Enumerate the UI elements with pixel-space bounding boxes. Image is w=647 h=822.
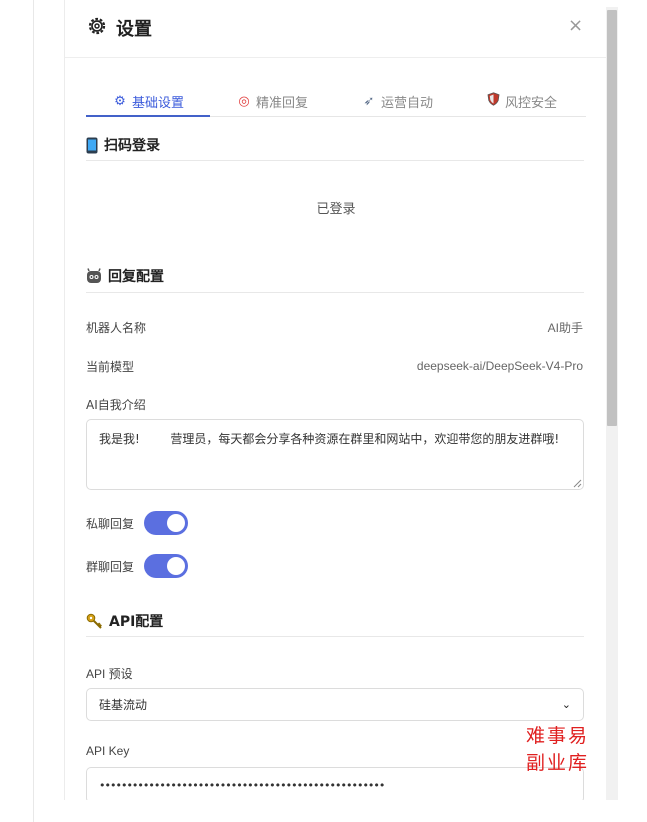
section-title-text: API配置: [109, 614, 164, 630]
api-preset-select[interactable]: 硅基流动 ⌄: [86, 688, 584, 721]
shield-icon: [485, 92, 501, 110]
resize-handle-icon[interactable]: [572, 478, 582, 488]
section-divider: [86, 636, 584, 637]
bot-name-label: 机器人名称: [86, 321, 147, 335]
tab-label: 精准回复: [256, 95, 309, 111]
settings-panel: 设置 × ⚙ 基础设置 ◎ 精准回复 ➶ 运营自动 风控安全 扫码登录 已登录 …: [64, 0, 606, 800]
tab-label: 风控安全: [505, 95, 558, 111]
tab-bar: ⚙ 基础设置 ◎ 精准回复 ➶ 运营自动 风控安全: [86, 85, 586, 117]
chevron-down-icon: ⌄: [561, 698, 571, 711]
active-tab-indicator: [86, 115, 210, 117]
toggle-knob: [167, 557, 185, 575]
section-api-title: API配置: [86, 611, 163, 631]
section-divider: [86, 292, 584, 293]
model-value: deepseek-ai/DeepSeek-V4-Pro: [416, 359, 583, 373]
gear-icon: ⚙: [114, 93, 126, 109]
phone-icon: [86, 137, 98, 153]
tab-basic-settings[interactable]: ⚙ 基础设置: [112, 85, 184, 117]
api-key-input[interactable]: ••••••••••••••••••••••••••••••••••••••••…: [86, 767, 584, 800]
api-preset-value: 硅基流动: [99, 698, 148, 712]
section-title-text: 回复配置: [108, 269, 164, 285]
section-reply-title: 回复配置: [86, 266, 164, 286]
tab-precise-reply[interactable]: ◎ 精准回复: [236, 85, 308, 117]
bot-name-value: AI助手: [547, 321, 583, 335]
page-title: 设置: [116, 19, 152, 40]
group-reply-toggle[interactable]: [144, 554, 188, 578]
intro-label: AI自我介绍: [86, 398, 146, 412]
close-button[interactable]: ×: [568, 16, 583, 36]
scrollbar[interactable]: [606, 7, 618, 800]
group-reply-label: 群聊回复: [86, 560, 135, 574]
watermark-text: 难事易副业库: [526, 725, 590, 774]
panel-header: 设置 ×: [65, 0, 606, 58]
model-label: 当前模型: [86, 360, 135, 374]
private-reply-label: 私聊回复: [86, 517, 135, 531]
section-login-title: 扫码登录: [86, 135, 160, 155]
api-preset-label: API 预设: [86, 667, 133, 681]
private-reply-toggle[interactable]: [144, 511, 188, 535]
intro-textarea[interactable]: 我是我! 营理员，每天都会分享各种资源在群里和网站中，欢迎带您的朋友进群哦!: [86, 419, 584, 490]
tab-label: 运营自动: [381, 95, 434, 111]
toggle-knob: [167, 514, 185, 532]
key-icon: [86, 613, 102, 629]
rocket-icon: ➶: [363, 93, 375, 109]
gear-icon: [88, 17, 106, 35]
tab-risk-security[interactable]: 风控安全: [485, 85, 557, 117]
robot-icon: [87, 268, 101, 283]
section-divider: [86, 160, 584, 161]
tab-label: 基础设置: [132, 95, 185, 111]
api-key-label: API Key: [86, 744, 130, 758]
scrollbar-thumb[interactable]: [607, 10, 617, 426]
tab-auto-operation[interactable]: ➶ 运营自动: [361, 85, 433, 117]
target-icon: ◎: [238, 93, 250, 109]
login-status: 已登录: [316, 202, 356, 217]
page-edge-divider: [33, 0, 34, 822]
section-title-text: 扫码登录: [104, 138, 160, 154]
